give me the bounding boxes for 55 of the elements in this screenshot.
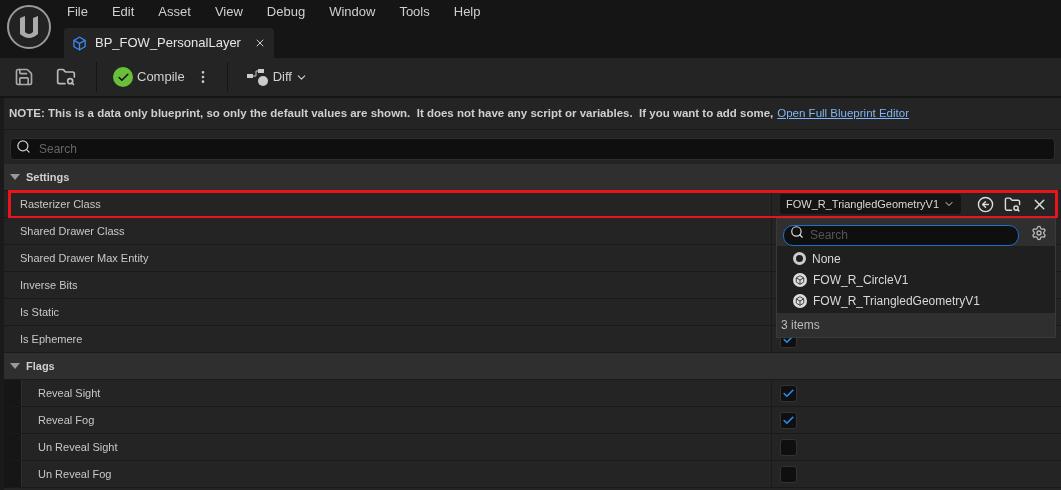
property-label: Inverse Bits bbox=[20, 277, 78, 293]
property-label: Reveal Fog bbox=[38, 412, 95, 428]
category-title[interactable]: Flags bbox=[26, 357, 55, 375]
class-option[interactable]: FOW_R_CircleV1 bbox=[777, 269, 1055, 290]
property-label: Shared Drawer Max Entity bbox=[20, 250, 149, 266]
class-icon bbox=[793, 272, 807, 287]
expanded-arrow-icon[interactable] bbox=[10, 172, 20, 182]
browse-icon[interactable] bbox=[56, 67, 76, 87]
expanded-arrow-icon[interactable] bbox=[10, 361, 20, 371]
menu-item[interactable]: Debug bbox=[266, 2, 306, 22]
menu-item[interactable]: Edit bbox=[111, 2, 135, 22]
compile-button[interactable]: Compile bbox=[113, 67, 185, 87]
logo-icon[interactable] bbox=[6, 4, 52, 50]
diff-button[interactable]: Diff bbox=[245, 67, 308, 87]
compile-success-icon bbox=[113, 67, 133, 87]
check-icon bbox=[782, 386, 795, 400]
category-title[interactable]: Settings bbox=[26, 168, 70, 186]
search-icon bbox=[16, 139, 31, 154]
property-label: Un Reveal Fog bbox=[38, 466, 112, 482]
browse-icon[interactable] bbox=[1004, 195, 1022, 213]
open-editor-link[interactable]: Open Full Blueprint Editor bbox=[777, 104, 909, 123]
property-label: Is Ephemere bbox=[20, 331, 83, 347]
checkbox[interactable] bbox=[780, 384, 797, 402]
close-icon[interactable] bbox=[254, 37, 266, 49]
property-label: Reveal Sight bbox=[38, 385, 101, 401]
class-icon bbox=[793, 293, 807, 308]
menu-item[interactable]: File bbox=[67, 2, 88, 22]
menu-item[interactable]: Asset bbox=[158, 2, 191, 22]
checkbox[interactable] bbox=[780, 438, 797, 456]
save-icon[interactable] bbox=[14, 67, 34, 87]
property-label: Rasterizer Class bbox=[20, 196, 101, 212]
popup-search-field[interactable]: Search bbox=[783, 224, 1019, 246]
ring-icon bbox=[793, 252, 806, 265]
blueprint-icon bbox=[72, 35, 87, 51]
document-tab[interactable]: BP_FOW_PersonalLayer bbox=[64, 28, 274, 58]
menu-item[interactable]: Window bbox=[329, 2, 376, 22]
property-label: Is Static bbox=[20, 304, 60, 320]
checkbox[interactable] bbox=[780, 465, 797, 483]
class-dropdown[interactable]: FOW_R_TriangledGeometryV1 bbox=[780, 194, 962, 214]
search-field[interactable]: Search bbox=[10, 138, 1055, 160]
note-text: NOTE: This is a data only blueprint, so only the default values are shown. It does not have any script or variables. If you want to add some, bbox=[9, 105, 774, 121]
diff-icon bbox=[245, 68, 270, 86]
check-icon bbox=[782, 413, 795, 427]
menu-item[interactable]: Tools bbox=[399, 2, 430, 22]
settings-icon[interactable] bbox=[1031, 224, 1047, 241]
property-label: Shared Drawer Class bbox=[20, 223, 125, 239]
property-label: Un Reveal Sight bbox=[38, 439, 118, 455]
use-selected-icon[interactable] bbox=[977, 195, 995, 213]
menu-item[interactable]: Help bbox=[453, 2, 481, 22]
class-option[interactable]: None bbox=[777, 248, 1055, 269]
checkbox[interactable] bbox=[780, 411, 797, 429]
menu-item[interactable]: View bbox=[214, 2, 243, 22]
class-option[interactable]: FOW_R_TriangledGeometryV1 bbox=[777, 290, 1055, 311]
item-count: 3 items bbox=[781, 317, 820, 334]
search-icon bbox=[790, 225, 804, 239]
